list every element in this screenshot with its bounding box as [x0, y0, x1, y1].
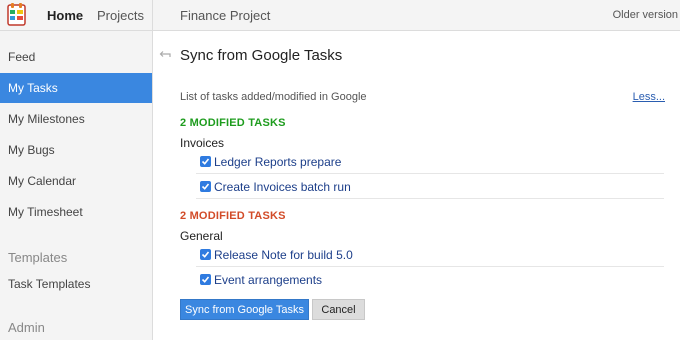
task-label[interactable]: Create Invoices batch run	[214, 180, 351, 194]
sidebar-item-my-calendar[interactable]: My Calendar	[0, 166, 152, 196]
tasklist-label-general: General	[180, 229, 223, 243]
task-row[interactable]: Event arrangements	[196, 268, 664, 292]
sync-from-google-tasks-button[interactable]: Sync from Google Tasks	[180, 299, 309, 320]
modified-tasks-heading: 2 MODIFIED TASKS	[180, 210, 286, 222]
back-arrow-icon[interactable]	[158, 48, 172, 62]
task-label[interactable]: Event arrangements	[214, 273, 322, 287]
sync-description: List of tasks added/modified in Google	[180, 91, 367, 103]
older-version-link[interactable]: Older version	[613, 9, 678, 21]
modified-tasks-heading: 2 MODIFIED TASKS	[180, 117, 286, 129]
sidebar-section-templates: Templates	[8, 250, 68, 265]
task-row[interactable]: Create Invoices batch run	[196, 175, 664, 199]
nav-projects[interactable]: Projects	[97, 8, 144, 23]
task-checkbox[interactable]	[200, 249, 211, 260]
sidebar-item-my-milestones[interactable]: My Milestones	[0, 104, 152, 134]
tasklist-label-invoices: Invoices	[180, 136, 225, 150]
nav-home[interactable]: Home	[47, 8, 83, 23]
nav-divider	[152, 0, 153, 31]
sidebar-section-admin: Admin	[8, 320, 45, 335]
top-bar: Home Projects Finance Project Older vers…	[0, 0, 680, 31]
cancel-button[interactable]: Cancel	[312, 299, 365, 320]
less-link[interactable]: Less...	[633, 91, 665, 103]
app-logo-icon[interactable]	[6, 3, 28, 27]
sidebar-item-my-timesheet[interactable]: My Timesheet	[0, 197, 152, 227]
task-checkbox[interactable]	[200, 181, 211, 192]
task-checkbox[interactable]	[200, 274, 211, 285]
page-title: Sync from Google Tasks	[180, 47, 343, 64]
sidebar: Feed My Tasks My Milestones My Bugs My C…	[0, 31, 153, 340]
sidebar-item-feed[interactable]: Feed	[0, 42, 152, 72]
sidebar-item-my-bugs[interactable]: My Bugs	[0, 135, 152, 165]
task-label[interactable]: Ledger Reports prepare	[214, 155, 341, 169]
task-label[interactable]: Release Note for build 5.0	[214, 248, 353, 262]
sidebar-item-my-tasks[interactable]: My Tasks	[0, 73, 152, 103]
task-row[interactable]: Release Note for build 5.0	[196, 243, 664, 267]
current-project-name[interactable]: Finance Project	[180, 8, 270, 23]
task-checkbox[interactable]	[200, 156, 211, 167]
sidebar-item-task-templates[interactable]: Task Templates	[0, 269, 152, 299]
task-row[interactable]: Ledger Reports prepare	[196, 150, 664, 174]
